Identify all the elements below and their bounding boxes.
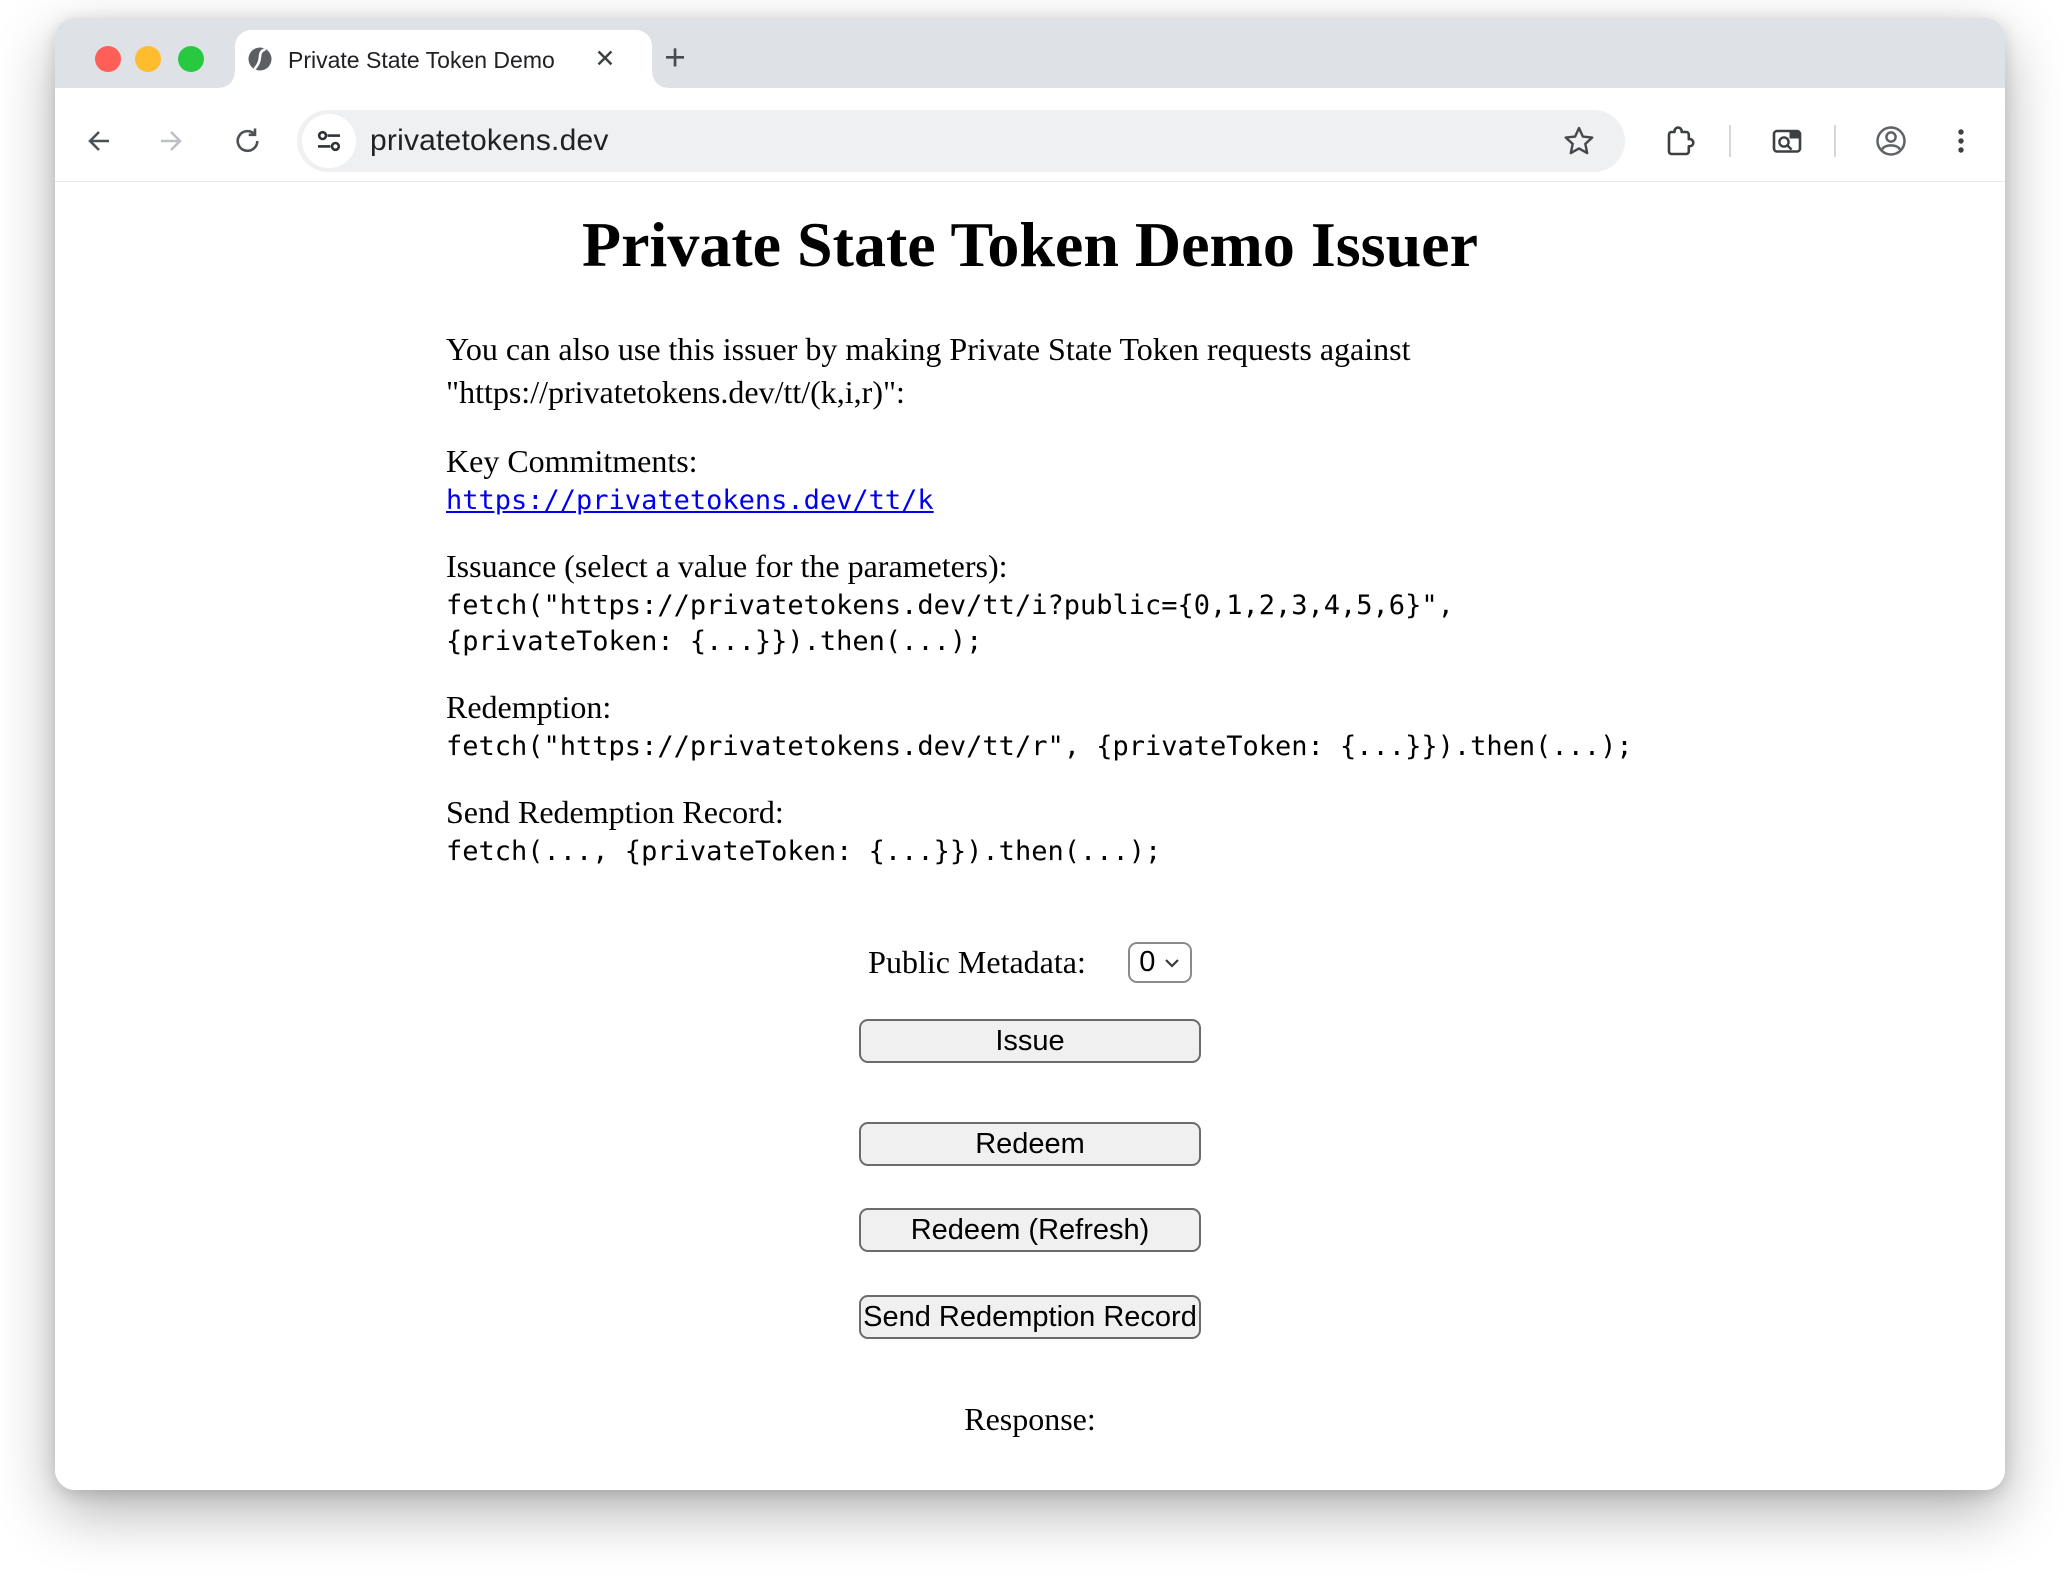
key-commitments-link[interactable]: https://privatetokens.dev/tt/k [446,483,934,519]
browser-toolbar: privatetokens.dev [55,88,2005,182]
back-button[interactable] [76,119,120,163]
site-info-button[interactable] [302,114,356,168]
url-text[interactable]: privatetokens.dev [370,124,609,158]
profile-icon[interactable] [1869,119,1913,163]
globe-favicon-icon [247,46,273,72]
extensions-icon[interactable] [1656,119,1700,163]
minimize-window-button[interactable] [135,46,161,72]
redemption-code: fetch("https://privatetokens.dev/tt/r", … [446,729,1614,765]
issuance-code: fetch("https://privatetokens.dev/tt/i?pu… [446,588,1614,660]
close-window-button[interactable] [95,46,121,72]
public-metadata-select[interactable]: 0 [1128,942,1192,983]
redemption-label: Redemption: [446,689,611,725]
send-redemption-record-code: fetch(..., {privateToken: {...}}).then(.… [446,834,1614,870]
doc-text-column: You can also use this issuer by making P… [446,328,1614,870]
toolbar-divider [1834,125,1836,157]
close-tab-icon[interactable]: ✕ [589,43,621,75]
toolbar-divider [1729,125,1731,157]
redeem-refresh-button[interactable]: Redeem (Refresh) [859,1208,1201,1252]
address-bar[interactable]: privatetokens.dev [297,110,1625,172]
issuance-label: Issuance (select a value for the paramet… [446,548,1007,584]
issuance-section: Issuance (select a value for the paramet… [446,545,1614,660]
issue-button[interactable]: Issue [859,1019,1201,1063]
tab-strip: Private State Token Demo ✕ + [55,18,2005,88]
reload-button[interactable] [226,119,270,163]
zoom-window-button[interactable] [178,46,204,72]
new-tab-button[interactable]: + [655,38,695,78]
forward-button[interactable] [150,119,194,163]
browser-window: Private State Token Demo ✕ + [55,18,2005,1490]
response-label: Response: [55,1401,2005,1438]
send-redemption-record-button[interactable]: Send Redemption Record [859,1295,1201,1339]
redemption-section: Redemption: fetch("https://privatetokens… [446,686,1614,765]
chevron-down-icon [1164,958,1180,968]
tab-title: Private State Token Demo [288,47,568,74]
send-redemption-record-section: Send Redemption Record: fetch(..., {priv… [446,791,1614,870]
redeem-button[interactable]: Redeem [859,1122,1201,1166]
side-panel-search-icon[interactable] [1765,119,1809,163]
bookmark-star-icon[interactable] [1561,123,1597,159]
page-content: Private State Token Demo Issuer You can … [55,182,2005,1490]
page-title: Private State Token Demo Issuer [55,208,2005,282]
public-metadata-label: Public Metadata: [868,944,1086,981]
intro-paragraph: You can also use this issuer by making P… [446,328,1614,414]
key-commitments-section: Key Commitments: https://privatetokens.d… [446,440,1614,519]
browser-tab[interactable]: Private State Token Demo ✕ [235,30,652,88]
public-metadata-row: Public Metadata: 0 [55,942,2005,983]
key-commitments-label: Key Commitments: [446,443,698,479]
send-redemption-record-label: Send Redemption Record: [446,794,784,830]
public-metadata-value: 0 [1139,946,1155,979]
menu-dots-icon[interactable] [1939,119,1983,163]
